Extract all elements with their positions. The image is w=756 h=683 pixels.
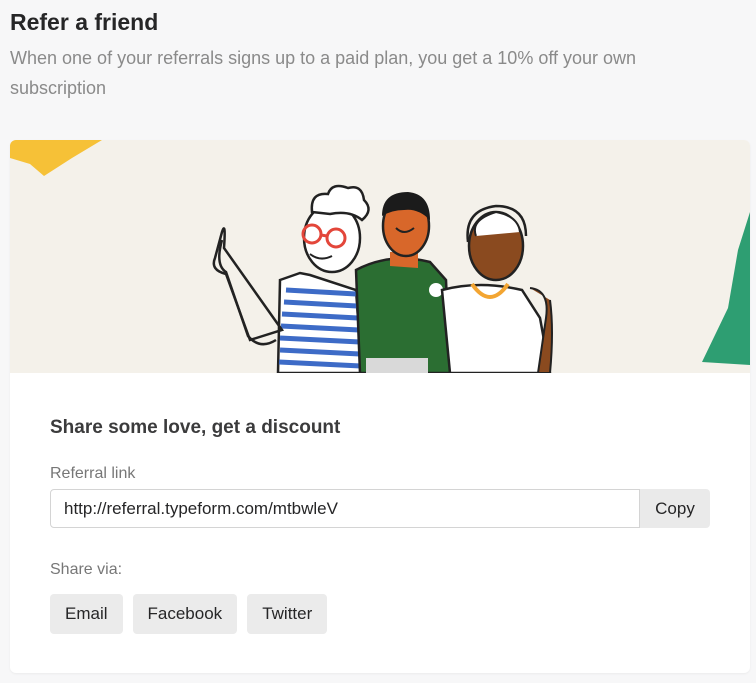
page-subtitle: When one of your referrals signs up to a… bbox=[10, 48, 637, 98]
share-email-button[interactable]: Email bbox=[50, 594, 123, 634]
friends-illustration bbox=[10, 140, 750, 373]
page-header: Refer a friend When one of your referral… bbox=[10, 6, 730, 103]
referral-link-input[interactable] bbox=[50, 489, 640, 528]
copy-button[interactable]: Copy bbox=[640, 489, 710, 528]
share-facebook-button[interactable]: Facebook bbox=[132, 594, 238, 634]
page-title: Refer a friend bbox=[10, 9, 159, 35]
share-heading: Share some love, get a discount bbox=[50, 417, 341, 438]
share-via-label: Share via: bbox=[50, 561, 123, 578]
share-buttons: Email Facebook Twitter bbox=[50, 594, 328, 634]
hero-illustration bbox=[10, 140, 750, 373]
referral-card: Share some love, get a discount Referral… bbox=[10, 140, 750, 673]
referral-link-label: Referral link bbox=[50, 465, 136, 482]
referral-link-row: Copy bbox=[50, 489, 710, 528]
share-twitter-button[interactable]: Twitter bbox=[247, 594, 328, 634]
